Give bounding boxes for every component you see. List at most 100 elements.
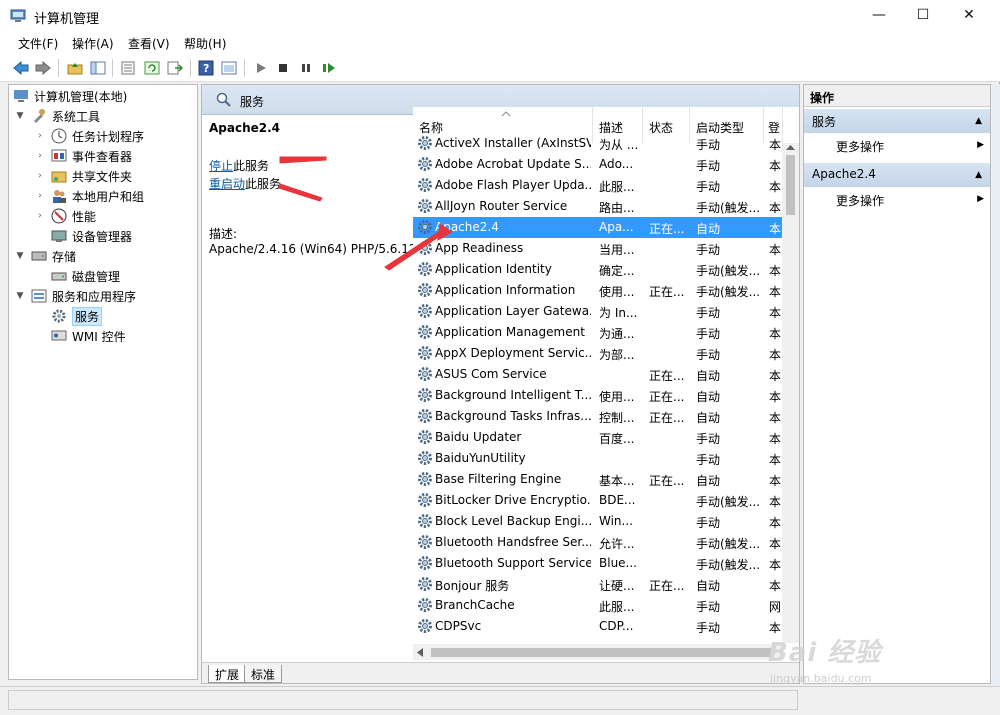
start-service-button[interactable] <box>252 59 270 77</box>
tree-system-tools[interactable]: ▼ 系统工具 <box>15 106 100 126</box>
service-row[interactable]: BaiduYunUtility 手动 本 <box>413 448 783 469</box>
service-row[interactable]: ActiveX Installer (AxInstSV) 为从 ... 手动 本 <box>413 133 783 154</box>
service-row[interactable]: Application Management 为通... 手动 本 <box>413 322 783 343</box>
service-logon-cell: 本 <box>769 201 782 215</box>
vertical-scroll-thumb[interactable] <box>786 155 795 215</box>
menu-help[interactable]: 帮助(H) <box>184 35 226 52</box>
up-folder-button[interactable] <box>66 59 84 77</box>
actions-title: 操作 <box>804 85 990 107</box>
tab-extended[interactable]: 扩展 <box>208 665 247 683</box>
expand-icon[interactable]: › <box>35 191 45 201</box>
export-list-button[interactable] <box>119 59 137 77</box>
service-row[interactable]: CDPSvc CDP... 手动本 <box>413 616 783 637</box>
more-actions-services[interactable]: 更多操作 <box>836 138 884 155</box>
tree-root[interactable]: 计算机管理(本地) <box>13 86 127 106</box>
tab-standard[interactable]: 标准 <box>244 665 283 683</box>
services-panel: 服务 Apache2.4 停止此服务 重启动此服务 描述: Apache/2.4… <box>201 84 800 684</box>
service-row[interactable]: Adobe Flash Player Upda... 此服... 手动 本 <box>413 175 783 196</box>
scroll-up-icon[interactable] <box>786 145 795 151</box>
tree-local-users[interactable]: › 本地用户和组 <box>35 186 144 206</box>
horizontal-scroll-thumb[interactable] <box>431 648 771 657</box>
tree-event-viewer[interactable]: › 事件查看器 <box>35 146 132 166</box>
storage-icon <box>31 248 47 264</box>
expand-icon[interactable]: › <box>35 171 45 181</box>
tree-shared-folders[interactable]: › 共享文件夹 <box>35 166 132 186</box>
service-startup-cell: 手动 <box>696 600 721 614</box>
refresh-button[interactable] <box>143 59 161 77</box>
stop-service-link[interactable]: 停止 <box>209 159 233 173</box>
service-row[interactable]: Base Filtering Engine 基本... 正在... 自动 本 <box>413 469 783 490</box>
service-row[interactable]: Bonjour 服务 让硬... 正在... 自动 本 <box>413 574 783 595</box>
menu-action[interactable]: 操作(A) <box>72 35 114 52</box>
back-button[interactable] <box>12 59 30 77</box>
maximize-button[interactable]: ☐ <box>900 0 946 30</box>
expand-icon[interactable]: › <box>35 211 45 221</box>
resume-service-button[interactable] <box>320 59 338 77</box>
collapse-icon[interactable]: ▼ <box>15 111 25 121</box>
tree-wmi[interactable]: WMI 控件 <box>51 326 126 346</box>
service-row[interactable]: Background Intelligent T... 使用... 正在... 自动 本 <box>413 385 783 406</box>
forward-button[interactable] <box>34 59 52 77</box>
expand-icon[interactable]: › <box>35 131 45 141</box>
restart-service-suffix: 此服务 <box>245 177 282 191</box>
tree-services-apps[interactable]: ▼ 服务和应用程序 <box>15 286 136 306</box>
menu-view[interactable]: 查看(V) <box>128 35 170 52</box>
service-logon-cell: 本 <box>769 369 782 383</box>
collapse-icon[interactable]: ▼ <box>15 291 25 301</box>
service-row[interactable]: Block Level Backup Engi... Win... 手动 本 <box>413 511 783 532</box>
service-gear-icon <box>418 157 432 171</box>
service-row[interactable]: Bluetooth Support Service Blue... 手动(触发...… <box>413 553 783 574</box>
toolbar: ? <box>0 54 1000 82</box>
service-name-cell: Application Identity <box>435 262 552 276</box>
service-row[interactable]: Application Layer Gatewa... 为 In... 手动 本 <box>413 301 783 322</box>
export-button[interactable] <box>166 59 184 77</box>
expand-icon[interactable]: › <box>35 151 45 161</box>
service-startup-cell: 自动 <box>696 579 721 593</box>
service-row[interactable]: Background Tasks Infras... 控制... 正在... 自动 本 <box>413 406 783 427</box>
title-bar[interactable]: 计算机管理 — ☐ ✕ <box>0 0 1000 32</box>
restart-service-link[interactable]: 重启动 <box>209 177 245 191</box>
scroll-left-icon[interactable] <box>417 648 423 657</box>
service-row[interactable]: AppX Deployment Servic... 为部... 手动 本 <box>413 343 783 364</box>
service-logon-cell: 本 <box>769 495 782 509</box>
pause-service-button[interactable] <box>297 59 315 77</box>
service-row[interactable]: Bluetooth Handsfree Ser... 允许... 手动(触发... 本 <box>413 532 783 553</box>
pause-icon <box>302 64 310 72</box>
vertical-scrollbar[interactable] <box>782 143 799 643</box>
close-button[interactable]: ✕ <box>946 0 992 30</box>
service-gear-icon <box>418 304 432 318</box>
service-row[interactable]: Baidu Updater 百度... 手动 本 <box>413 427 783 448</box>
event-viewer-icon <box>51 148 67 164</box>
menu-file[interactable]: 文件(F) <box>18 35 58 52</box>
tree-device-manager[interactable]: 设备管理器 <box>51 226 132 246</box>
collapse-up-icon[interactable]: ▲ <box>975 116 982 126</box>
minimize-button[interactable]: — <box>856 0 902 30</box>
collapse-icon[interactable]: ▼ <box>15 251 25 261</box>
horizontal-scrollbar[interactable] <box>413 644 783 660</box>
actions-section-services[interactable]: 服务 ▲ <box>804 109 990 133</box>
more-actions-apache[interactable]: 更多操作 <box>836 192 884 209</box>
tree-storage[interactable]: ▼ 存储 <box>15 246 76 266</box>
service-row[interactable]: BitLocker Drive Encryptio... BDE... 手动(触发.… <box>413 490 783 511</box>
tree-disk-management[interactable]: 磁盘管理 <box>51 266 120 286</box>
service-row[interactable]: ASUS Com Service 正在... 自动 本 <box>413 364 783 385</box>
tree-services[interactable]: 服务 <box>51 306 103 326</box>
service-row[interactable]: Apache2.4 Apa... 正在... 自动 本 <box>413 217 783 238</box>
actions-section-apache[interactable]: Apache2.4 ▲ <box>804 163 990 187</box>
service-row[interactable]: App Readiness 当用... 手动 本 <box>413 238 783 259</box>
service-row[interactable]: Application Information 使用... 正在... 手动(触发..… <box>413 280 783 301</box>
service-row[interactable]: AllJoyn Router Service 路由... 手动(触发... 本 <box>413 196 783 217</box>
collapse-up-icon[interactable]: ▲ <box>975 170 982 180</box>
service-row[interactable]: Application Identity 确定... 手动(触发... 本 <box>413 259 783 280</box>
show-hide-tree-button[interactable] <box>89 59 107 77</box>
service-gear-icon <box>418 367 432 381</box>
stop-service-button[interactable] <box>274 59 292 77</box>
service-startup-cell: 自动 <box>696 474 721 488</box>
tree-task-scheduler[interactable]: › 任务计划程序 <box>35 126 144 146</box>
properties-button[interactable] <box>220 59 238 77</box>
tree-services-apps-label: 服务和应用程序 <box>52 289 137 304</box>
tree-performance[interactable]: › 性能 <box>35 206 96 226</box>
help-button[interactable]: ? <box>197 59 215 77</box>
service-row[interactable]: BranchCache 此服... 手动 网 <box>413 595 783 616</box>
service-row[interactable]: Adobe Acrobat Update S... Ado... 手动 本 <box>413 154 783 175</box>
